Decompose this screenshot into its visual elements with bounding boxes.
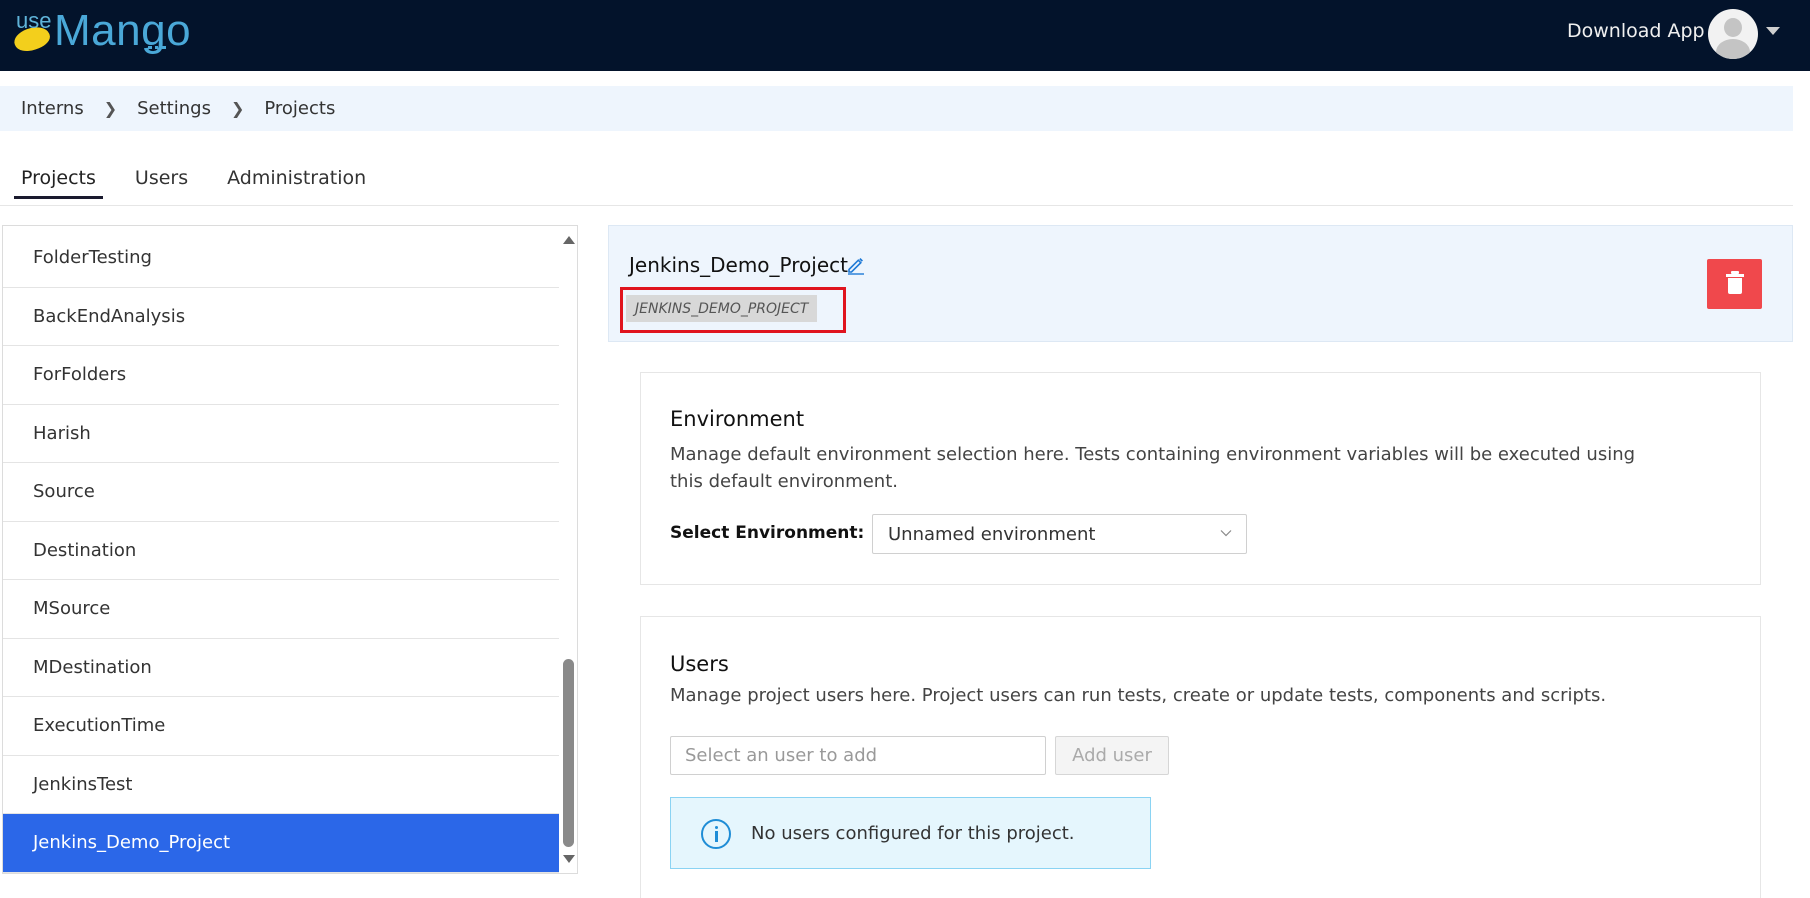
- avatar-body: [1716, 39, 1750, 59]
- project-list-item[interactable]: MDestination: [3, 639, 559, 697]
- download-app-link[interactable]: Download App: [1567, 20, 1705, 42]
- select-environment-label: Select Environment:: [670, 523, 865, 543]
- project-list-item[interactable]: Source: [3, 463, 559, 522]
- scrollbar-thumb[interactable]: [563, 659, 574, 847]
- environment-title: Environment: [670, 407, 805, 431]
- scroll-up-arrow-icon[interactable]: [563, 236, 575, 244]
- project-list-item[interactable]: ExecutionTime: [3, 697, 559, 756]
- logo-prefix: use: [16, 8, 52, 33]
- chevron-down-icon: [1220, 530, 1232, 537]
- no-users-alert: No users configured for this project.: [670, 797, 1151, 869]
- tab-users[interactable]: Users: [128, 167, 195, 205]
- add-user-button[interactable]: Add user: [1055, 736, 1169, 775]
- project-key-badge: JENKINS_DEMO_PROJECT: [626, 295, 818, 322]
- trash-icon-body: [1728, 278, 1742, 294]
- environment-select[interactable]: Unnamed environment: [872, 514, 1247, 554]
- environment-description: Manage default environment selection her…: [670, 444, 1636, 492]
- chevron-right-icon: ❯: [103, 99, 118, 118]
- project-list-item[interactable]: MSource: [3, 580, 559, 639]
- project-name: Jenkins_Demo_Project: [629, 253, 848, 277]
- breadcrumb-projects: Projects: [264, 98, 336, 119]
- trash-icon: [1726, 274, 1744, 277]
- top-navbar: use Mango Download App: [0, 0, 1810, 71]
- users-card: Users Manage project users here. Project…: [640, 616, 1761, 898]
- breadcrumb-interns[interactable]: Interns: [21, 98, 84, 119]
- usemango-logo[interactable]: use Mango: [11, 6, 191, 58]
- delete-project-button[interactable]: [1707, 259, 1762, 309]
- project-list-item-selected[interactable]: Jenkins_Demo_Project: [3, 814, 559, 873]
- avatar-head: [1724, 18, 1742, 37]
- environment-selected-value: Unnamed environment: [888, 523, 1096, 545]
- project-list-item[interactable]: BackEndAnalysis: [3, 288, 559, 346]
- tab-projects[interactable]: Projects: [14, 167, 103, 205]
- list-scrollbar[interactable]: [559, 226, 577, 873]
- breadcrumb: Interns ❯ Settings ❯ Projects: [0, 86, 1793, 131]
- logo-dots: [148, 46, 166, 49]
- settings-tabs: Projects Users Administration: [0, 140, 1793, 206]
- users-description: Manage project users here. Project users…: [670, 685, 1607, 706]
- project-header: Jenkins_Demo_Project JENKINS_DEMO_PROJEC…: [608, 225, 1793, 342]
- project-list-item[interactable]: ForFolders: [3, 346, 559, 405]
- chevron-right-icon: ❯: [230, 99, 245, 118]
- info-icon: [701, 819, 731, 849]
- select-user-input[interactable]: [670, 736, 1046, 775]
- users-title: Users: [670, 652, 729, 676]
- tab-administration[interactable]: Administration: [220, 167, 373, 205]
- breadcrumb-settings[interactable]: Settings: [137, 98, 211, 119]
- user-avatar[interactable]: [1708, 9, 1758, 59]
- project-list-item[interactable]: Destination: [3, 522, 559, 580]
- no-users-message: No users configured for this project.: [751, 823, 1075, 844]
- project-list-item[interactable]: JenkinsTest: [3, 756, 559, 814]
- logo-name: Mango: [54, 6, 192, 55]
- project-list-item[interactable]: FolderTesting: [3, 229, 559, 288]
- environment-card: Environment Manage default environment s…: [640, 372, 1761, 585]
- scroll-down-arrow-icon[interactable]: [563, 855, 575, 863]
- project-list-item[interactable]: Harish: [3, 405, 559, 463]
- caret-down-icon[interactable]: [1766, 27, 1780, 35]
- pencil-edit-icon[interactable]: [846, 255, 866, 275]
- project-list: FolderTesting BackEndAnalysis ForFolders…: [2, 225, 578, 874]
